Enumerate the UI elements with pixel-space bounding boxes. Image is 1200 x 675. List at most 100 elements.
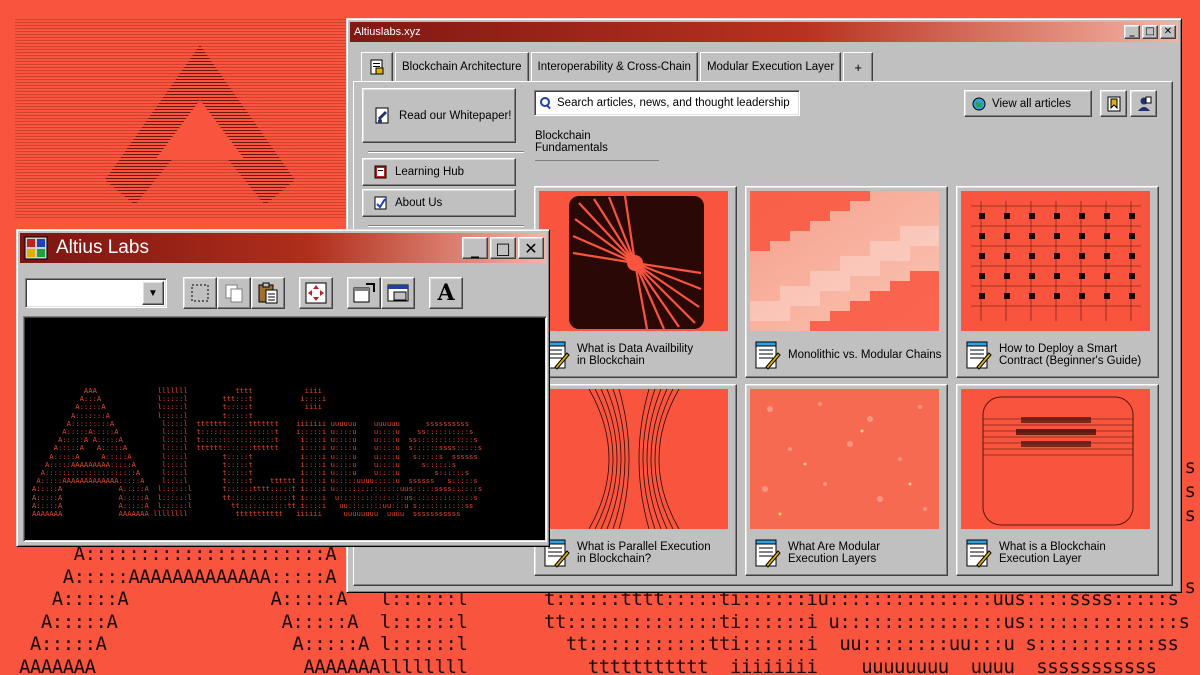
sidebar-divider bbox=[368, 225, 524, 227]
font-select[interactable]: ▼ bbox=[25, 278, 167, 308]
maximize-button[interactable]: □ bbox=[490, 237, 516, 259]
bookmarks-button[interactable] bbox=[1100, 90, 1127, 117]
minimize-button[interactable]: _ bbox=[462, 237, 488, 259]
document-icon bbox=[374, 196, 387, 210]
article-title: How to Deploy a Smart Contract (Beginner… bbox=[999, 343, 1141, 368]
whitepaper-label: Read our Whitepaper! bbox=[399, 109, 512, 122]
view-all-articles-button[interactable]: View all articles bbox=[964, 90, 1092, 117]
tab-home[interactable] bbox=[361, 52, 393, 81]
window-title: Altiuslabs.xyz bbox=[354, 26, 421, 38]
article-thumbnail-art bbox=[569, 195, 704, 330]
close-button[interactable]: ✕ bbox=[518, 237, 544, 259]
article-caption: What is a Blockchain Execution Layer bbox=[963, 535, 1154, 571]
article-title: What is Parallel Execution in Blockchain… bbox=[577, 541, 711, 566]
minimize-button[interactable]: _ bbox=[1124, 25, 1140, 39]
article-title-line: Execution Layer bbox=[999, 553, 1082, 565]
article-card[interactable]: How to Deploy a Smart Contract (Beginner… bbox=[956, 186, 1159, 378]
home-page-icon bbox=[370, 59, 384, 75]
article-thumbnail bbox=[750, 389, 939, 529]
view-all-label: View all articles bbox=[992, 97, 1072, 110]
terminal-screen: AAA lllllll tttt iiii A:::A l:::::l ttt:… bbox=[23, 316, 547, 542]
book-icon bbox=[374, 165, 387, 179]
article-thumbnail-art bbox=[971, 201, 1141, 321]
altius-logo-background bbox=[105, 45, 295, 205]
article-title-line: in Blockchain? bbox=[577, 553, 652, 565]
article-title-line: Execution Layers bbox=[788, 553, 877, 565]
article-title-line: What Are Modular bbox=[788, 540, 881, 553]
notepad-icon bbox=[755, 341, 781, 370]
tab-modular-execution[interactable]: Modular Execution Layer bbox=[699, 52, 842, 81]
window-title: Altius Labs bbox=[56, 237, 149, 258]
article-title-line: Contract (Beginner's Guide) bbox=[999, 355, 1142, 367]
app-icon bbox=[24, 236, 48, 260]
paste-button[interactable] bbox=[251, 277, 285, 309]
user-button[interactable] bbox=[1130, 90, 1157, 117]
search-input[interactable]: Search articles, news, and thought leade… bbox=[534, 90, 800, 116]
search-placeholder: Search articles, news, and thought leade… bbox=[557, 97, 790, 109]
article-title: What is Data Availbility in Blockchain bbox=[577, 343, 693, 368]
section-title: Blockchain Fundamentals bbox=[535, 130, 659, 161]
search-icon bbox=[540, 97, 551, 110]
close-button[interactable]: ✕ bbox=[1160, 25, 1176, 39]
article-caption: What is Data Availbility in Blockchain bbox=[541, 337, 732, 373]
new-tab-button[interactable]: + bbox=[843, 52, 874, 81]
window-icon bbox=[353, 283, 375, 303]
article-card[interactable]: What is a Blockchain Execution Layer bbox=[956, 384, 1159, 576]
fit-screen-button[interactable] bbox=[299, 277, 333, 309]
sidebar-item-label: Learning Hub bbox=[395, 166, 465, 178]
new-window-icon bbox=[387, 284, 409, 302]
maximize-button[interactable]: □ bbox=[1142, 25, 1158, 39]
article-thumbnail-art bbox=[750, 389, 939, 529]
altius-labs-window: Altius Labs _ □ ✕ ▼ A AAA lllllll tttt i… bbox=[16, 229, 550, 547]
sidebar-item-label: About Us bbox=[395, 197, 443, 209]
article-title: What is a Blockchain Execution Layer bbox=[999, 541, 1106, 566]
tab-interoperability[interactable]: Interoperability & Cross-Chain bbox=[530, 52, 698, 81]
article-card[interactable]: What Are Modular Execution Layers bbox=[745, 384, 948, 576]
article-caption: How to Deploy a Smart Contract (Beginner… bbox=[963, 337, 1154, 373]
article-caption: What Are Modular Execution Layers bbox=[752, 535, 943, 571]
article-title-line: How to Deploy a Smart bbox=[999, 342, 1118, 355]
tab-bar: Blockchain Architecture Interoperability… bbox=[361, 52, 875, 81]
whitepaper-button[interactable]: Read our Whitepaper! bbox=[362, 88, 516, 143]
sidebar-item-about-us[interactable]: About Us bbox=[362, 189, 516, 217]
article-thumbnail-art bbox=[588, 389, 680, 529]
user-icon bbox=[1137, 96, 1151, 111]
notepad-icon bbox=[966, 341, 992, 370]
copy-button[interactable] bbox=[217, 277, 251, 309]
article-thumbnail-art bbox=[982, 396, 1134, 526]
article-title: What Are Modular Execution Layers bbox=[788, 541, 880, 566]
window-options-button[interactable] bbox=[347, 277, 381, 309]
background-stripes bbox=[15, 18, 350, 218]
article-card[interactable]: What is Parallel Execution in Blockchain… bbox=[534, 384, 737, 576]
copy-icon bbox=[225, 284, 243, 303]
chevron-down-icon[interactable]: ▼ bbox=[142, 281, 164, 305]
article-thumbnail bbox=[961, 389, 1150, 529]
article-thumbnail-art bbox=[750, 191, 939, 331]
ascii-art-logo: AAA lllllll tttt iiii A:::A l:::::l ttt:… bbox=[32, 386, 483, 519]
article-thumbnail bbox=[750, 191, 939, 331]
tab-blockchain-architecture[interactable]: Blockchain Architecture bbox=[395, 52, 529, 81]
article-title-line: What is a Blockchain bbox=[999, 540, 1106, 553]
bookmark-icon bbox=[1107, 96, 1120, 111]
article-thumbnail bbox=[539, 191, 728, 331]
article-title: Monolithic vs. Modular Chains bbox=[788, 349, 941, 362]
sidebar-item-learning-hub[interactable]: Learning Hub bbox=[362, 158, 516, 186]
new-window-button[interactable] bbox=[381, 277, 415, 309]
altius-titlebar: Altius Labs _ □ ✕ bbox=[20, 233, 546, 263]
notepad-icon bbox=[755, 539, 781, 568]
article-caption: What is Parallel Execution in Blockchain… bbox=[541, 535, 732, 571]
article-title-line: Monolithic vs. Modular Chains bbox=[788, 348, 942, 361]
sidebar-divider bbox=[368, 151, 524, 153]
select-tool-button[interactable] bbox=[183, 277, 217, 309]
article-title-line: in Blockchain bbox=[577, 355, 645, 367]
clipboard-icon bbox=[258, 282, 278, 304]
select-icon bbox=[191, 284, 209, 302]
fit-screen-icon bbox=[305, 282, 327, 304]
article-card[interactable]: What is Data Availbility in Blockchain bbox=[534, 186, 737, 378]
font-tool-button[interactable]: A bbox=[429, 277, 463, 309]
altius-toolbar: ▼ A bbox=[23, 274, 543, 310]
notepad-icon bbox=[966, 539, 992, 568]
article-card[interactable]: Monolithic vs. Modular Chains bbox=[745, 186, 948, 378]
article-caption: Monolithic vs. Modular Chains bbox=[752, 337, 943, 373]
whitepaper-icon bbox=[375, 107, 389, 123]
